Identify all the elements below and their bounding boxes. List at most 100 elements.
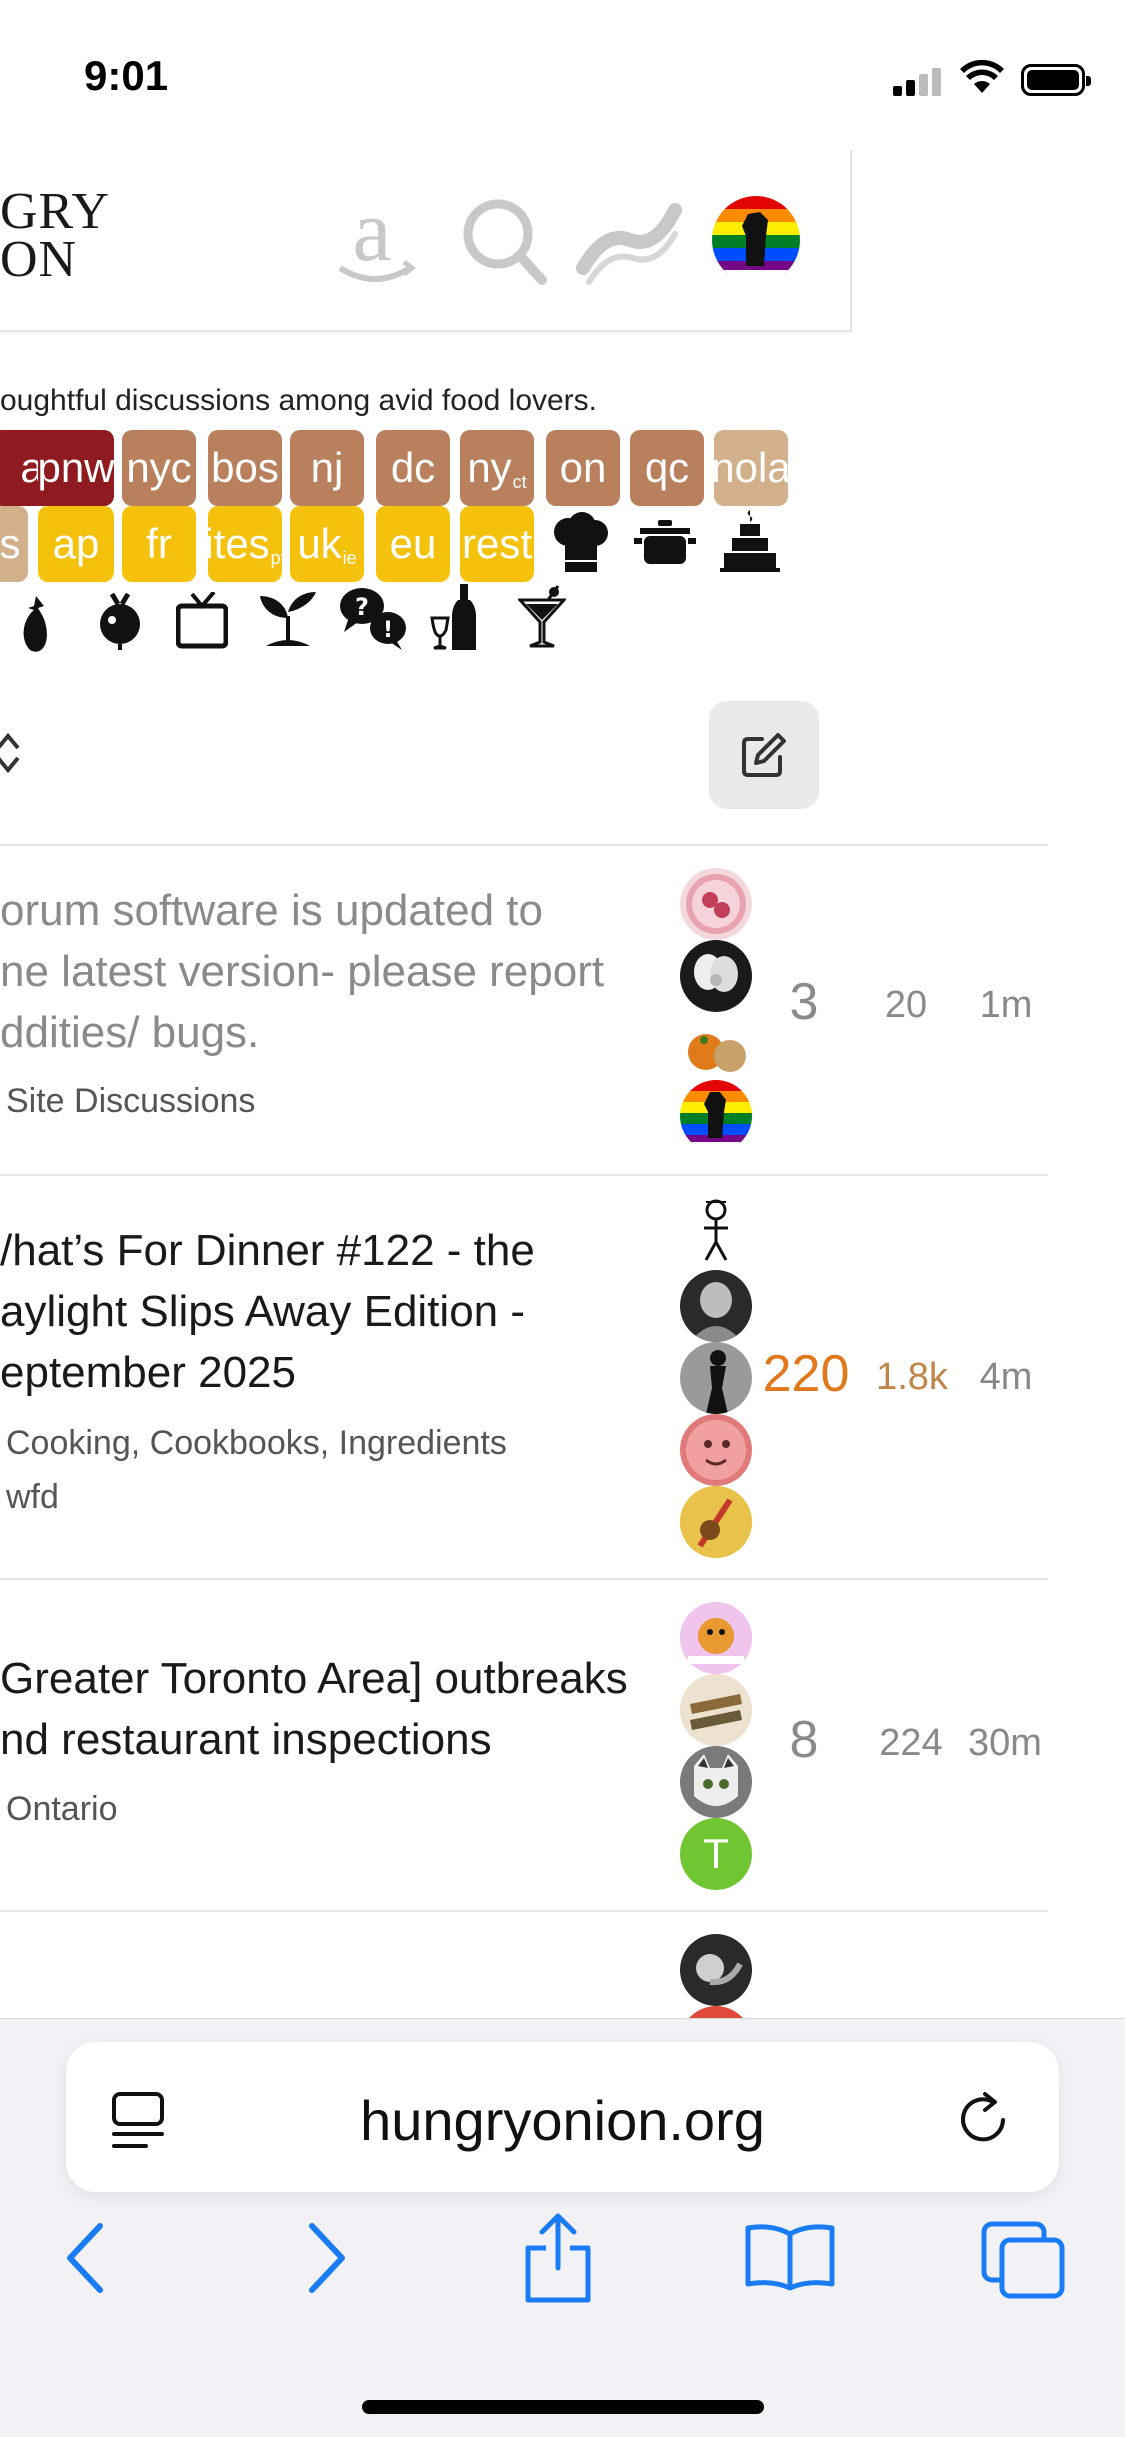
region-chip-label: nola xyxy=(711,444,791,491)
topic-title-line: ne latest version- please report xyxy=(0,947,605,996)
region-chip-label: uk xyxy=(297,520,342,567)
poster-avatar[interactable] xyxy=(680,1674,752,1746)
bacon-menu-icon[interactable] xyxy=(575,190,685,290)
region-chip-sublabel: ie xyxy=(342,547,357,568)
region-chip-label: pnw xyxy=(37,444,115,491)
region-chip[interactable]: ny ct xyxy=(460,430,534,506)
back-icon[interactable] xyxy=(62,2220,106,2300)
region-chip[interactable]: ites pt xyxy=(204,506,286,582)
region-chip[interactable]: bos xyxy=(208,430,282,506)
search-icon[interactable] xyxy=(450,190,560,290)
topic-title[interactable]: orum software is updated to ne latest ver… xyxy=(0,880,604,1063)
poster-avatar[interactable] xyxy=(680,1602,752,1674)
list-divider xyxy=(0,1578,1048,1580)
region-chip-sublabel: ct xyxy=(512,471,527,492)
question-bubble-icon[interactable]: ?! xyxy=(338,584,408,656)
topic-title-line: ddities/ bugs. xyxy=(0,1008,260,1057)
svg-text:?: ? xyxy=(355,593,369,621)
compose-icon xyxy=(742,733,786,777)
share-icon[interactable] xyxy=(520,2212,596,2308)
topic-category[interactable]: Cooking, Cookbooks, Ingredients xyxy=(6,1424,507,1463)
bookmarks-icon[interactable] xyxy=(744,2222,836,2296)
list-divider xyxy=(0,1910,1048,1912)
view-count: 224 xyxy=(879,1722,943,1764)
cellular-signal-icon xyxy=(893,66,943,96)
region-chip[interactable]: s xyxy=(0,506,28,582)
logo-line-2: ON xyxy=(0,231,78,288)
list-divider xyxy=(0,1174,1048,1176)
region-chip[interactable]: qc xyxy=(630,430,704,506)
region-chip-label: nyc xyxy=(126,444,192,491)
poster-avatar[interactable] xyxy=(680,1342,752,1414)
reply-count[interactable]: 220 xyxy=(756,1344,856,1404)
eggplant-icon[interactable] xyxy=(20,594,50,658)
reload-icon[interactable] xyxy=(955,2090,1015,2154)
sort-chevron-icon[interactable] xyxy=(0,730,20,787)
home-indicator xyxy=(362,2400,764,2414)
topic-tag[interactable]: wfd xyxy=(6,1478,59,1517)
reply-count[interactable]: 3 xyxy=(764,972,844,1032)
topic-title[interactable]: Greater Toronto Area] outbreaks nd restau… xyxy=(0,1648,628,1770)
site-logo[interactable]: GRY ON xyxy=(0,183,110,288)
region-chip-label: qc xyxy=(644,444,690,491)
poster-avatar[interactable] xyxy=(680,1080,752,1152)
region-chip-label: ny xyxy=(467,444,512,491)
chef-hat-icon[interactable] xyxy=(552,512,610,578)
region-chip-label: s xyxy=(0,520,21,567)
region-chip[interactable]: nola xyxy=(711,430,791,506)
topic-category[interactable]: Ontario xyxy=(6,1790,118,1829)
user-avatar[interactable] xyxy=(712,196,800,284)
region-chip[interactable]: rest xyxy=(460,506,534,582)
region-chip[interactable]: nj xyxy=(290,430,364,506)
topic-title[interactable]: /hat’s For Dinner #122 - the aylight Slip… xyxy=(0,1220,535,1403)
new-topic-button[interactable] xyxy=(709,701,819,809)
region-chip[interactable]: fr xyxy=(122,506,196,582)
view-count: 20 xyxy=(884,984,928,1026)
region-chip[interactable]: pnw xyxy=(37,430,115,506)
activity-time[interactable]: 30m xyxy=(962,1722,1048,1765)
region-chip[interactable]: eu xyxy=(376,506,450,582)
region-chip-label: rest xyxy=(462,520,533,567)
status-time: 9:01 xyxy=(84,52,169,99)
activity-time[interactable]: 4m xyxy=(966,1356,1046,1399)
wifi-icon xyxy=(960,59,1004,98)
beet-icon[interactable] xyxy=(92,590,148,654)
poster-avatar[interactable] xyxy=(680,1012,752,1084)
reply-count[interactable]: 8 xyxy=(764,1710,844,1770)
topic-title-line: nd restaurant inspections xyxy=(0,1715,492,1764)
cake-icon[interactable] xyxy=(720,508,780,576)
poster-avatar[interactable]: T xyxy=(680,1818,752,1890)
poster-avatar[interactable] xyxy=(680,1270,752,1342)
site-tagline: oughtful discussions among avid food lov… xyxy=(0,384,598,417)
cooking-pot-icon[interactable] xyxy=(634,518,696,572)
activity-time[interactable]: 1m xyxy=(966,984,1046,1027)
region-chip-label: nj xyxy=(310,444,344,491)
region-chip[interactable]: ap xyxy=(38,506,114,582)
poster-avatar[interactable] xyxy=(680,1746,752,1818)
poster-avatar[interactable] xyxy=(680,1414,752,1486)
region-chip-label: dc xyxy=(390,444,436,491)
amazon-icon[interactable]: a xyxy=(320,183,430,290)
svg-text:T: T xyxy=(703,1830,729,1877)
topic-title-line: orum software is updated to xyxy=(0,886,543,935)
poster-avatar[interactable] xyxy=(680,940,752,1012)
poster-avatar[interactable] xyxy=(680,1486,752,1558)
region-chip[interactable]: dc xyxy=(376,430,450,506)
poster-avatar[interactable] xyxy=(680,1196,752,1268)
logo-line-1: GRY xyxy=(0,183,110,240)
region-chip[interactable]: nyc xyxy=(122,430,196,506)
region-chip[interactable]: on xyxy=(546,430,620,506)
wine-bottle-icon[interactable] xyxy=(430,582,480,656)
poster-avatar[interactable] xyxy=(680,868,752,940)
region-chip-label: fr xyxy=(146,520,172,567)
poster-avatar[interactable] xyxy=(680,1934,752,2006)
tv-icon[interactable] xyxy=(175,590,229,654)
sprout-icon[interactable] xyxy=(256,588,320,654)
region-chip-label: on xyxy=(559,444,607,491)
topic-category[interactable]: Site Discussions xyxy=(6,1082,255,1121)
region-chip[interactable]: uk ie xyxy=(290,506,364,582)
cocktail-icon[interactable] xyxy=(516,584,568,654)
region-chip-label: bos xyxy=(211,444,279,491)
forward-icon[interactable] xyxy=(306,2220,350,2300)
tabs-icon[interactable] xyxy=(980,2220,1066,2304)
